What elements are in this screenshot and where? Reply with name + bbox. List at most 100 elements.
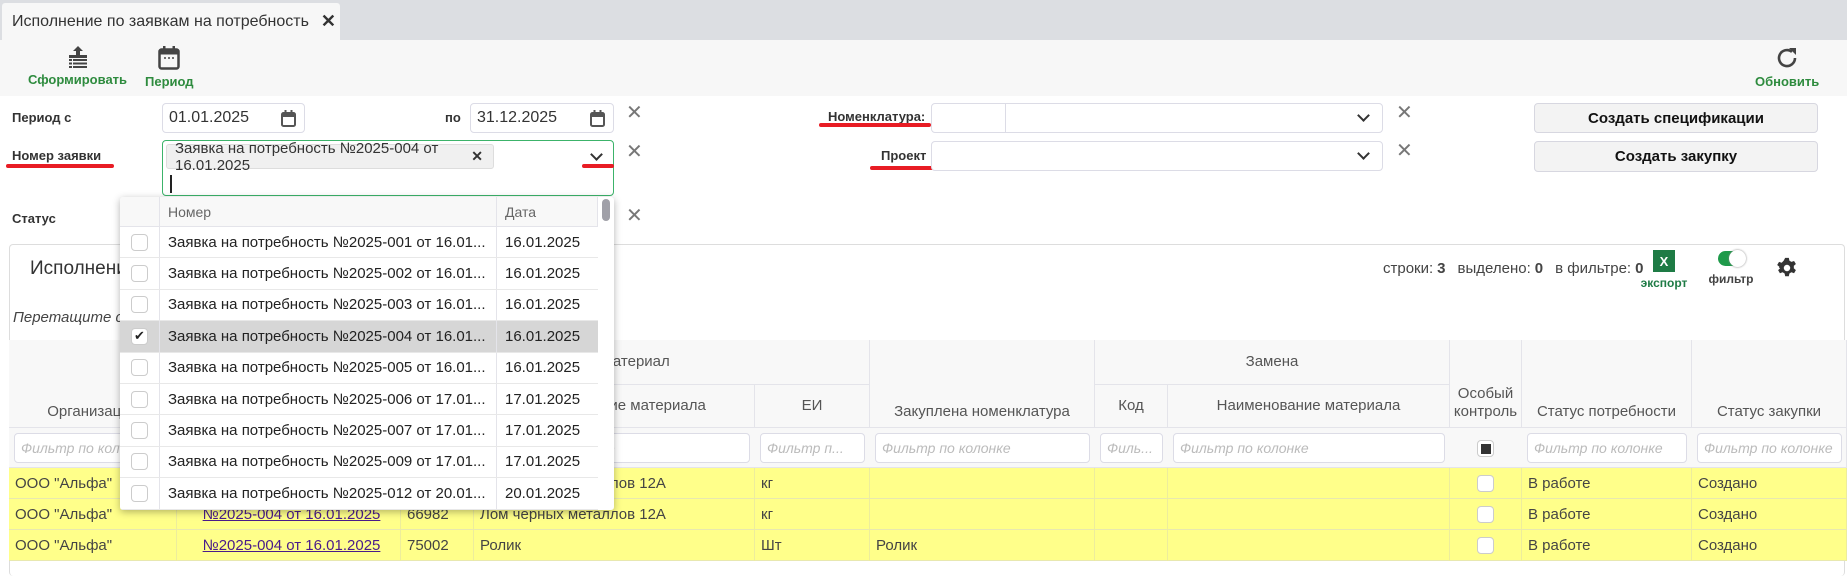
checkbox-indeterminate xyxy=(1480,443,1491,454)
period-to-label: по xyxy=(445,110,461,125)
checkbox-cell xyxy=(120,289,160,321)
calendar-icon[interactable] xyxy=(590,110,605,127)
special-control-filter-checkbox[interactable] xyxy=(1477,440,1494,457)
filtered-label: в фильтре: xyxy=(1555,260,1632,277)
dropdown-option[interactable]: Заявка на потребность №2025-012 от 20.01… xyxy=(120,478,598,510)
clear-request-icon[interactable]: ✕ xyxy=(626,139,643,164)
table-cell: Ролик xyxy=(474,530,755,561)
excel-icon: X xyxy=(1653,250,1675,272)
table-cell xyxy=(1095,530,1168,561)
divider xyxy=(1005,104,1006,132)
dropdown-option[interactable]: Заявка на потребность №2025-007 от 17.01… xyxy=(120,415,598,447)
checkbox[interactable] xyxy=(131,453,148,471)
request-link[interactable]: №2025-004 от 16.01.2025 xyxy=(203,537,381,554)
group-replace[interactable]: Замена xyxy=(1095,340,1450,385)
generate-button[interactable]: Сформировать xyxy=(28,46,127,87)
special-control-checkbox[interactable] xyxy=(1477,537,1494,554)
gear-icon[interactable] xyxy=(1776,257,1798,279)
option-date: 20.01.2025 xyxy=(505,484,581,502)
dropdown-option[interactable]: Заявка на потребность №2025-003 от 16.01… xyxy=(120,289,598,322)
request-number-multiselect[interactable]: Заявка на потребность №2025-004 от 16.01… xyxy=(162,140,614,196)
selected-count: 0 xyxy=(1534,260,1544,277)
dropdown-option[interactable]: Заявка на потребность №2025-005 от 16.01… xyxy=(120,352,598,384)
clear-project-icon[interactable]: ✕ xyxy=(1396,138,1413,163)
calendar-icon xyxy=(158,46,181,70)
checkbox[interactable] xyxy=(131,265,148,283)
chevron-down-icon[interactable] xyxy=(1357,109,1370,122)
create-purchase-button[interactable]: Создать закупку xyxy=(1534,141,1818,172)
period-from-value: 01.01.2025 xyxy=(169,109,250,126)
clear-nomenclature-icon[interactable]: ✕ xyxy=(1396,100,1413,125)
special-control-checkbox[interactable] xyxy=(1477,506,1494,523)
option-number: Заявка на потребность №2025-001 от 16.01… xyxy=(160,227,497,258)
special-control-checkbox[interactable] xyxy=(1477,475,1494,492)
option-number: Заявка на потребность №2025-003 от 16.01… xyxy=(160,289,497,321)
nomenclature-select[interactable] xyxy=(931,103,1383,133)
annotation-underline xyxy=(582,164,614,168)
close-icon[interactable]: ✕ xyxy=(321,11,336,32)
chevron-down-icon[interactable] xyxy=(1357,147,1370,160)
dropdown-option[interactable]: Заявка на потребность №2025-001 от 16.01… xyxy=(120,227,598,259)
table-cell: Ролик xyxy=(870,530,1095,561)
create-spec-button[interactable]: Создать спецификации xyxy=(1534,103,1818,133)
checkbox[interactable] xyxy=(131,422,148,440)
checkbox[interactable] xyxy=(131,359,148,377)
period-button[interactable]: Период xyxy=(145,46,194,89)
checkbox[interactable] xyxy=(131,296,148,314)
dropdown-option[interactable]: Заявка на потребность №2025-009 от 17.01… xyxy=(120,446,598,479)
col-4[interactable]: ЕИ xyxy=(755,385,870,428)
rows-count: 3 xyxy=(1437,260,1446,277)
col-purchased[interactable]: Закуплена номенклатура xyxy=(870,340,1095,428)
dropdown-header-number[interactable]: Номер xyxy=(160,197,497,227)
scrollbar-thumb[interactable] xyxy=(602,199,610,221)
checkbox-checked[interactable]: ✔ xyxy=(131,327,148,345)
col-special-control[interactable]: Особый контроль xyxy=(1450,340,1522,428)
remove-chip-icon[interactable]: ✕ xyxy=(471,148,483,165)
period-from-input[interactable]: 01.01.2025 xyxy=(162,103,305,133)
tab-execution[interactable]: Исполнение по заявкам на потребность ✕ xyxy=(2,3,340,40)
refresh-label: Обновить xyxy=(1755,74,1820,89)
table-cell: Шт xyxy=(755,530,870,561)
dropdown-header-date[interactable]: Дата xyxy=(497,197,598,227)
col-7[interactable]: Наименование материала xyxy=(1168,385,1450,428)
table-cell xyxy=(1450,499,1522,530)
clear-status-icon[interactable]: ✕ xyxy=(626,203,643,228)
period-label: Период xyxy=(145,74,194,89)
option-number: Заявка на потребность №2025-006 от 17.01… xyxy=(160,384,497,415)
filter-toggle[interactable]: фильтр xyxy=(1703,250,1759,286)
table-row: ООО "Альфа" №2025-004 от 16.01.2025 75002 Р… xyxy=(9,530,1847,561)
calendar-icon[interactable] xyxy=(281,110,296,127)
request-number-label: Номер заявки xyxy=(12,148,102,163)
column-filter-input[interactable]: Филь... xyxy=(1100,433,1163,463)
annotation-underline xyxy=(870,166,939,170)
checkbox[interactable] xyxy=(131,390,148,408)
checkbox[interactable] xyxy=(131,484,148,502)
chevron-down-icon[interactable] xyxy=(590,148,603,161)
column-filter-input[interactable]: Фильтр по колонке xyxy=(875,433,1090,463)
project-label: Проект xyxy=(881,148,927,163)
col-6[interactable]: Код xyxy=(1095,385,1168,428)
table-cell xyxy=(1168,468,1450,499)
column-filter-input[interactable]: Фильтр по колонке xyxy=(1697,433,1842,463)
period-from-label: Период с xyxy=(12,110,72,125)
clear-period-icon[interactable]: ✕ xyxy=(626,100,643,125)
column-filter-input[interactable]: Фильтр по колонке xyxy=(1527,433,1687,463)
export-button[interactable]: X экспорт xyxy=(1638,250,1690,290)
dropdown-option[interactable]: Заявка на потребность №2025-002 от 16.01… xyxy=(120,258,598,290)
annotation-underline xyxy=(819,123,931,127)
option-date: 17.01.2025 xyxy=(505,453,581,471)
toggle-switch[interactable] xyxy=(1717,250,1746,267)
dropdown-option[interactable]: ✔ Заявка на потребность №2025-004 от 16.0… xyxy=(120,321,598,353)
column-filter-input[interactable]: Фильтр п... xyxy=(760,433,865,463)
checkbox[interactable] xyxy=(131,233,148,251)
period-to-input[interactable]: 31.12.2025 xyxy=(470,103,614,133)
col-purchase-status[interactable]: Статус закупки xyxy=(1692,340,1847,428)
refresh-button[interactable]: Обновить xyxy=(1755,46,1819,89)
column-filter-input[interactable]: Фильтр по колонке xyxy=(1173,433,1445,463)
option-date: 16.01.2025 xyxy=(505,359,581,377)
table-cell: Создано xyxy=(1692,468,1847,499)
col-need-status[interactable]: Статус потребности xyxy=(1522,340,1692,428)
project-select[interactable] xyxy=(931,141,1383,171)
option-date: 16.01.2025 xyxy=(505,265,581,283)
dropdown-option[interactable]: Заявка на потребность №2025-006 от 17.01… xyxy=(120,384,598,416)
